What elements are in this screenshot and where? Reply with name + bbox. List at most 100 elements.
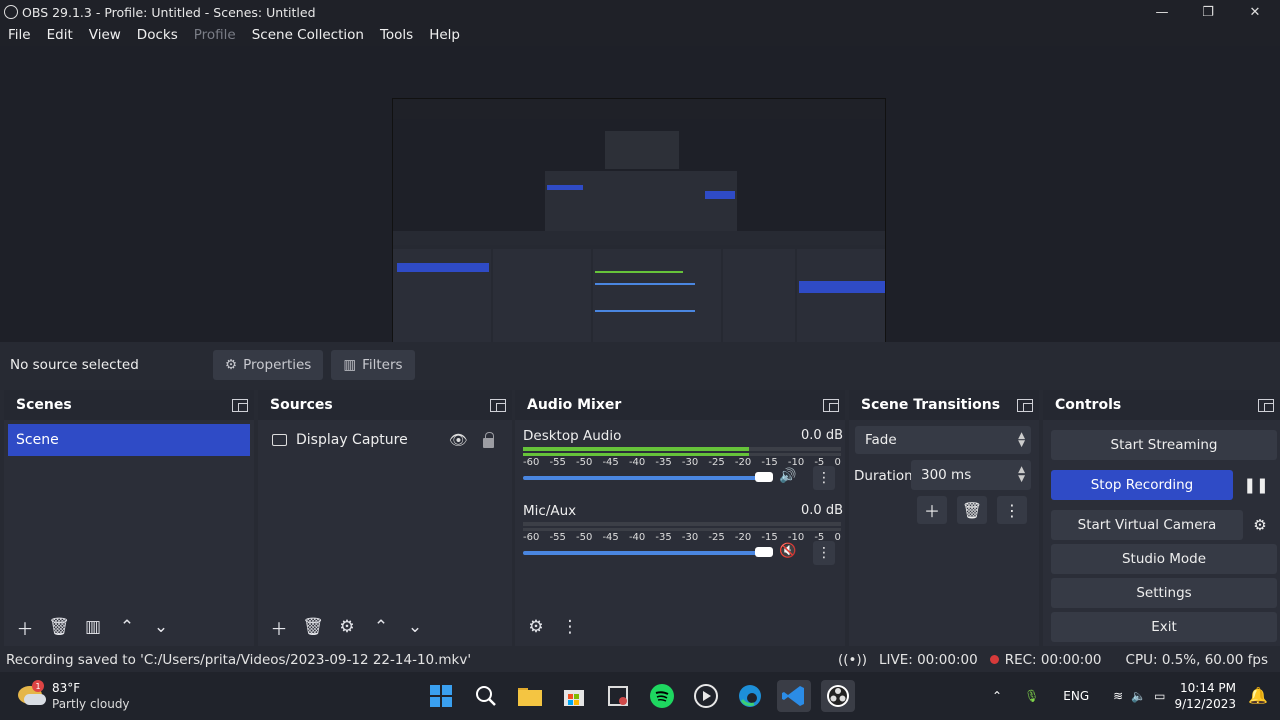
weather-temp: 83°F (52, 681, 81, 695)
meter-level-fill-secondary (523, 453, 749, 456)
properties-button[interactable]: ⚙ Properties (213, 350, 324, 380)
exit-button[interactable]: Exit (1051, 612, 1277, 642)
menu-scene-collection[interactable]: Scene Collection (244, 27, 372, 43)
spin-arrows-icon[interactable]: ▲ ▼ (1018, 466, 1025, 484)
settings-button[interactable]: Settings (1051, 578, 1277, 608)
spotify-icon[interactable] (645, 680, 679, 712)
transitions-header: Scene Transitions (849, 390, 1039, 420)
add-transition-button[interactable]: ＋ (917, 496, 947, 524)
start-streaming-button[interactable]: Start Streaming (1051, 430, 1277, 460)
menu-tools[interactable]: Tools (372, 27, 421, 43)
show-hidden-icons-chevron-up-icon[interactable]: ⌃ (992, 689, 1002, 703)
sources-title: Sources (270, 397, 333, 413)
undock-icon[interactable] (1258, 398, 1274, 412)
audio-mixer-dock: Audio Mixer Desktop Audio 0.0 dB -60 -55-… (515, 390, 845, 646)
wifi-icon[interactable]: ≋ (1113, 689, 1123, 703)
clock[interactable]: 10:14 PM 9/12/2023 (1174, 680, 1236, 712)
move-source-up-button[interactable]: ⌃ (364, 612, 398, 642)
windows-taskbar: 1 83°F Partly cloudy ⌃ 🎙 ENG ≋ 🔈 ▭ 10:14… (0, 672, 1280, 720)
undock-icon[interactable] (1017, 398, 1033, 412)
language-indicator[interactable]: ENG (1063, 689, 1089, 703)
meter-tick-label: -35 (655, 457, 672, 468)
maximize-button[interactable]: ❐ (1185, 0, 1231, 24)
undock-icon[interactable] (823, 398, 839, 412)
cpu-stats: CPU: 0.5%, 60.00 fps (1125, 652, 1268, 668)
duration-input[interactable]: 300 ms ▲ ▼ (911, 460, 1031, 490)
microsoft-store-icon[interactable] (557, 680, 591, 712)
studio-mode-button[interactable]: Studio Mode (1051, 544, 1277, 574)
mixer-menu-button[interactable]: ⋮ (553, 612, 587, 642)
undock-icon[interactable] (232, 398, 248, 412)
channel-menu-button[interactable]: ⋮ (813, 541, 835, 565)
menu-edit[interactable]: Edit (39, 27, 81, 43)
volume-slider[interactable] (523, 551, 763, 555)
start-virtual-camera-button[interactable]: Start Virtual Camera (1051, 510, 1243, 540)
source-list-item[interactable]: Display Capture 👁 (262, 424, 508, 456)
obs-taskbar-icon[interactable] (821, 680, 855, 712)
remove-scene-button[interactable]: 🗑 (42, 612, 76, 642)
status-indicators: ((•)) LIVE: 00:00:00 REC: 00:00:00 CPU: … (838, 648, 1280, 672)
channel-name: Mic/Aux (523, 503, 577, 519)
search-icon[interactable] (469, 680, 503, 712)
window-title: OBS 29.1.3 - Profile: Untitled - Scenes:… (22, 4, 316, 20)
transition-menu-button[interactable]: ⋮ (997, 496, 1027, 524)
file-explorer-icon[interactable] (513, 680, 547, 712)
source-properties-button[interactable]: ⚙ (330, 612, 364, 642)
close-button[interactable]: ✕ (1232, 0, 1278, 24)
microphone-icon[interactable]: 🎙 (1024, 689, 1039, 703)
scenes-header: Scenes (4, 390, 254, 420)
edge-browser-icon[interactable] (733, 680, 767, 712)
live-indicator-icon: ((•)) (837, 652, 867, 668)
volume-slider-handle[interactable] (755, 547, 773, 557)
rec-indicator: REC: 00:00:00 (989, 652, 1114, 668)
lock-icon[interactable] (483, 432, 494, 448)
menu-file[interactable]: File (0, 27, 39, 43)
meter-tick-label: -35 (655, 532, 672, 543)
minimize-button[interactable]: — (1139, 0, 1185, 24)
mixer-channel-mic: Mic/Aux 0.0 dB -60 -55 -50 -45 -40 -35 -30 -25-… (523, 503, 843, 573)
media-player-icon[interactable] (689, 680, 723, 712)
transition-select[interactable]: Fade ▲ ▼ (855, 426, 1031, 454)
virtual-camera-settings-gear-icon[interactable]: ⚙ (1246, 510, 1274, 540)
duration-label: Duration (854, 468, 913, 484)
vscode-icon[interactable] (777, 680, 811, 712)
volume-slider[interactable] (523, 476, 763, 480)
meter-tick-label: 0 (834, 457, 841, 468)
menu-help[interactable]: Help (421, 27, 468, 43)
snipping-tool-icon[interactable] (601, 680, 635, 712)
scene-filters-button[interactable]: ▥ (76, 612, 110, 642)
stop-recording-button[interactable]: Stop Recording (1051, 470, 1233, 500)
menu-view[interactable]: View (81, 27, 129, 43)
speaker-icon[interactable]: 🔊 (779, 468, 796, 484)
preview-canvas[interactable] (392, 98, 886, 378)
add-source-button[interactable]: ＋ (262, 612, 296, 642)
start-windows-icon[interactable] (424, 680, 458, 712)
move-scene-down-button[interactable]: ⌄ (144, 612, 178, 642)
weather-widget[interactable]: 1 83°F Partly cloudy (18, 678, 158, 714)
status-bar: Recording saved to 'C:/Users/prita/Video… (0, 648, 1280, 672)
clock-time: 10:14 PM (1180, 681, 1236, 695)
menu-docks[interactable]: Docks (129, 27, 186, 43)
undock-icon[interactable] (490, 398, 506, 412)
preview-area (0, 46, 1280, 378)
filters-button[interactable]: ▥ Filters (331, 350, 415, 380)
meter-tick-label: -60 (523, 457, 540, 468)
battery-icon[interactable]: ▭ (1154, 689, 1165, 703)
speaker-muted-icon[interactable]: 🔇 (779, 543, 796, 559)
notifications-bell-icon[interactable]: 🔔 (1248, 686, 1268, 705)
volume-icon[interactable]: 🔈 (1131, 689, 1146, 703)
pause-recording-icon[interactable]: ❚❚ (1242, 470, 1270, 500)
remove-source-button[interactable]: 🗑 (296, 612, 330, 642)
move-source-down-button[interactable]: ⌄ (398, 612, 432, 642)
move-scene-up-button[interactable]: ⌃ (110, 612, 144, 642)
add-scene-button[interactable]: ＋ (8, 612, 42, 642)
visibility-eye-icon[interactable]: 👁 (449, 431, 468, 449)
advanced-audio-button[interactable]: ⚙ (519, 612, 553, 642)
scene-list-item[interactable]: Scene (8, 424, 250, 456)
scenes-dock: Scenes Scene ＋ 🗑 ▥ ⌃ ⌄ (4, 390, 254, 646)
filter-icon: ▥ (343, 357, 357, 373)
volume-slider-handle[interactable] (755, 472, 773, 482)
remove-transition-button[interactable]: 🗑 (957, 496, 987, 524)
menu-profile[interactable]: Profile (186, 27, 244, 43)
channel-menu-button[interactable]: ⋮ (813, 466, 835, 490)
